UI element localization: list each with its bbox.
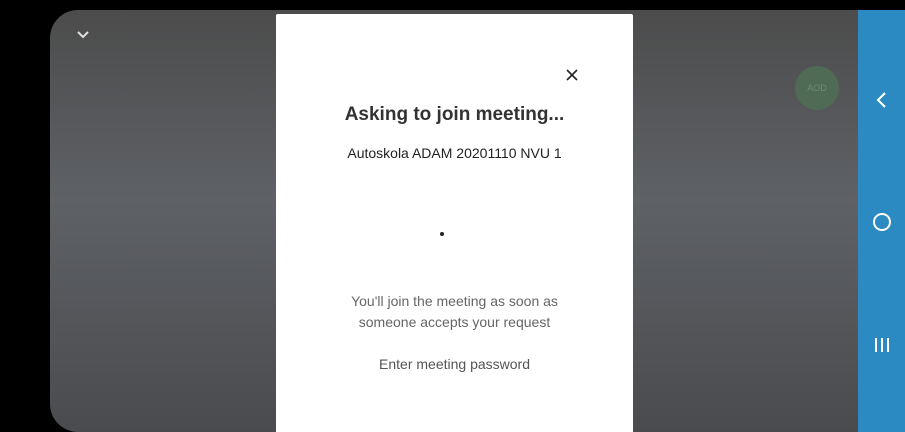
join-meeting-dialog: Asking to join meeting... Autoskola ADAM… xyxy=(276,14,633,432)
avatar-initials: AOD xyxy=(807,83,827,93)
chevron-left-icon xyxy=(876,92,886,108)
waiting-info-line1: You'll join the meeting as soon as xyxy=(351,293,558,309)
chevron-down-icon xyxy=(77,31,89,39)
waiting-info-line2: someone accepts your request xyxy=(358,314,551,330)
enter-password-button[interactable]: Enter meeting password xyxy=(276,356,633,372)
navigation-bar xyxy=(858,10,905,432)
nav-back-button[interactable] xyxy=(858,80,905,120)
close-button[interactable] xyxy=(561,64,583,86)
screen: AOD Asking to join meeting... Autoskola … xyxy=(0,0,905,432)
recents-icon xyxy=(874,338,889,352)
collapse-button[interactable] xyxy=(72,24,94,46)
waiting-info: You'll join the meeting as soon as someo… xyxy=(276,291,633,333)
home-circle-icon xyxy=(872,213,891,231)
nav-home-button[interactable] xyxy=(858,202,905,242)
meeting-name: Autoskola ADAM 20201110 NVU 1 xyxy=(347,145,562,161)
nav-recents-button[interactable] xyxy=(858,325,905,365)
close-icon xyxy=(566,69,578,81)
dialog-title: Asking to join meeting... xyxy=(344,104,565,125)
avatar: AOD xyxy=(795,66,839,110)
loading-spinner xyxy=(440,232,444,236)
